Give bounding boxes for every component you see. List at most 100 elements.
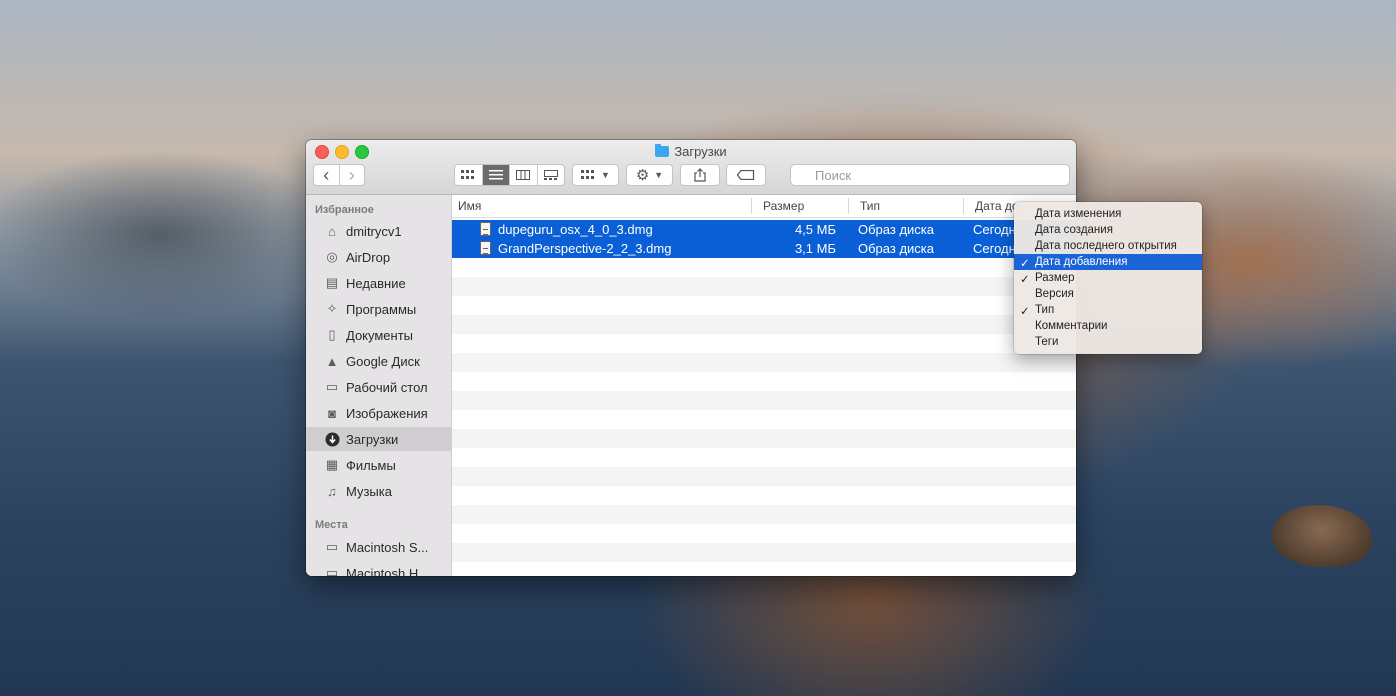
sidebar-item-label: AirDrop — [346, 249, 391, 265]
empty-row — [452, 505, 1076, 524]
menu-item-label: Тип — [1035, 304, 1055, 316]
menu-item-label: Теги — [1035, 336, 1059, 348]
menu-item-tags[interactable]: Теги — [1014, 334, 1202, 350]
sidebar-item-google-drive[interactable]: ▲ Google Диск — [306, 349, 451, 373]
sidebar-item-label: Рабочий стол — [346, 379, 428, 395]
gallery-icon — [543, 170, 558, 180]
film-icon: ▦ — [325, 457, 339, 472]
back-button[interactable]: ‹ — [314, 165, 340, 185]
table-row[interactable]: dupeguru_osx_4_0_3.dmg 4,5 МБ Образ диск… — [452, 220, 1076, 239]
column-header-name[interactable]: Имя — [458, 199, 481, 213]
sidebar-item-airdrop[interactable]: ◎ AirDrop — [306, 245, 451, 269]
airdrop-icon: ◎ — [326, 249, 338, 264]
empty-row — [452, 353, 1076, 372]
file-list: Имя Размер Тип Дата до dupeguru_osx_4_0_… — [452, 195, 1076, 576]
gear-icon: ⚙ — [635, 167, 650, 184]
music-icon: ♫ — [327, 483, 337, 499]
table-row[interactable]: GrandPerspective-2_2_3.dmg 3,1 МБ Образ … — [452, 239, 1076, 258]
sidebar-item-home[interactable]: ⌂ dmitrycv1 — [306, 219, 451, 243]
menu-item-comments[interactable]: Комментарии — [1014, 318, 1202, 334]
empty-row — [452, 410, 1076, 429]
columns-icon — [516, 170, 531, 180]
disk-image-icon — [480, 241, 491, 255]
menu-item-date-created[interactable]: Дата создания — [1014, 222, 1202, 238]
sidebar: Избранное ⌂ dmitrycv1 ◎ AirDrop ▤ Недавние … — [306, 195, 452, 576]
sidebar-location-macintosh-h[interactable]: ▭ Macintosh H... — [306, 561, 451, 576]
column-view-button[interactable] — [510, 165, 538, 185]
chevron-down-icon: ▼ — [654, 170, 664, 180]
sidebar-item-label: Загрузки — [346, 431, 399, 447]
applications-icon: ✧ — [326, 301, 338, 316]
sidebar-item-desktop[interactable]: ▭ Рабочий стол — [306, 375, 451, 399]
empty-row — [452, 315, 1076, 334]
checkmark-icon: ✓ — [1020, 258, 1030, 270]
empty-row — [452, 448, 1076, 467]
empty-row — [452, 372, 1076, 391]
sidebar-item-applications[interactable]: ✧ Программы — [306, 297, 451, 321]
search-input[interactable] — [790, 164, 1070, 186]
share-icon — [694, 168, 706, 182]
sidebar-item-downloads[interactable]: Загрузки — [306, 427, 451, 451]
column-header-type[interactable]: Тип — [860, 199, 880, 213]
empty-row — [452, 277, 1076, 296]
file-date: Сегодн — [973, 222, 1016, 237]
finder-window: Загрузки ‹ › ▼ ⚙ ▼ Поиск Избранное ⌂ dmi… — [306, 140, 1076, 576]
disk-icon: ▭ — [325, 539, 339, 554]
list-view-button[interactable] — [482, 165, 510, 185]
share-button[interactable] — [680, 164, 720, 186]
toolbar: Загрузки ‹ › ▼ ⚙ ▼ — [306, 140, 1076, 195]
empty-row — [452, 562, 1076, 576]
sidebar-item-label: Документы — [346, 327, 414, 343]
menu-item-label: Дата изменения — [1035, 208, 1122, 220]
view-mode-control — [454, 164, 565, 186]
file-size: 4,5 МБ — [794, 222, 836, 237]
file-name: dupeguru_osx_4_0_3.dmg — [498, 222, 653, 237]
empty-row — [452, 258, 1076, 277]
home-icon: ⌂ — [328, 223, 336, 239]
menu-item-date-added[interactable]: ✓ Дата добавления — [1014, 254, 1202, 270]
sidebar-item-music[interactable]: ♫ Музыка — [306, 479, 451, 503]
file-size: 3,1 МБ — [794, 241, 836, 256]
sidebar-item-label: Изображения — [346, 405, 428, 421]
icon-view-button[interactable] — [455, 165, 483, 185]
menu-item-size[interactable]: ✓ Размер — [1014, 270, 1202, 286]
sidebar-item-label: Недавние — [346, 275, 406, 291]
empty-row — [452, 391, 1076, 410]
menu-item-kind[interactable]: ✓ Тип — [1014, 302, 1202, 318]
recent-icon: ▤ — [325, 275, 339, 290]
sidebar-item-movies[interactable]: ▦ Фильмы — [306, 453, 451, 477]
group-by-button[interactable]: ▼ — [572, 164, 619, 186]
menu-item-date-modified[interactable]: Дата изменения — [1014, 206, 1202, 222]
column-options-menu: Дата изменения Дата создания Дата послед… — [1014, 202, 1202, 354]
menu-item-date-last-opened[interactable]: Дата последнего открытия — [1014, 238, 1202, 254]
gallery-view-button[interactable] — [538, 165, 565, 185]
sidebar-item-label: dmitrycv1 — [346, 223, 402, 239]
sidebar-locations-header: Места — [315, 519, 348, 531]
window-title-text: Загрузки — [674, 144, 727, 159]
action-button[interactable]: ⚙ ▼ — [626, 164, 673, 186]
empty-row — [452, 296, 1076, 315]
file-type: Образ диска — [858, 222, 934, 237]
menu-item-label: Дата создания — [1035, 224, 1113, 236]
empty-row — [452, 429, 1076, 448]
desktop-icon: ▭ — [325, 379, 339, 394]
sidebar-item-label: Google Диск — [346, 353, 420, 369]
disk-icon: ▭ — [325, 565, 339, 576]
sidebar-item-documents[interactable]: ▯ Документы — [306, 323, 451, 347]
menu-item-label: Дата последнего открытия — [1035, 240, 1177, 252]
sidebar-item-label: Программы — [346, 301, 417, 317]
menu-item-label: Версия — [1035, 288, 1074, 300]
downloads-icon — [324, 431, 340, 447]
sidebar-item-recent[interactable]: ▤ Недавние — [306, 271, 451, 295]
menu-item-version[interactable]: Версия — [1014, 286, 1202, 302]
tags-button[interactable] — [726, 164, 766, 186]
menu-item-label: Комментарии — [1035, 320, 1108, 332]
column-header-size[interactable]: Размер — [763, 199, 804, 213]
sidebar-item-pictures[interactable]: ◙ Изображения — [306, 401, 451, 425]
sidebar-location-macintosh-s[interactable]: ▭ Macintosh S... — [306, 535, 451, 559]
column-header-date-added[interactable]: Дата до — [975, 199, 1019, 213]
sidebar-item-label: Macintosh H... — [346, 565, 430, 577]
file-name: GrandPerspective-2_2_3.dmg — [498, 241, 672, 256]
forward-button[interactable]: › — [340, 165, 365, 185]
empty-row — [452, 486, 1076, 505]
